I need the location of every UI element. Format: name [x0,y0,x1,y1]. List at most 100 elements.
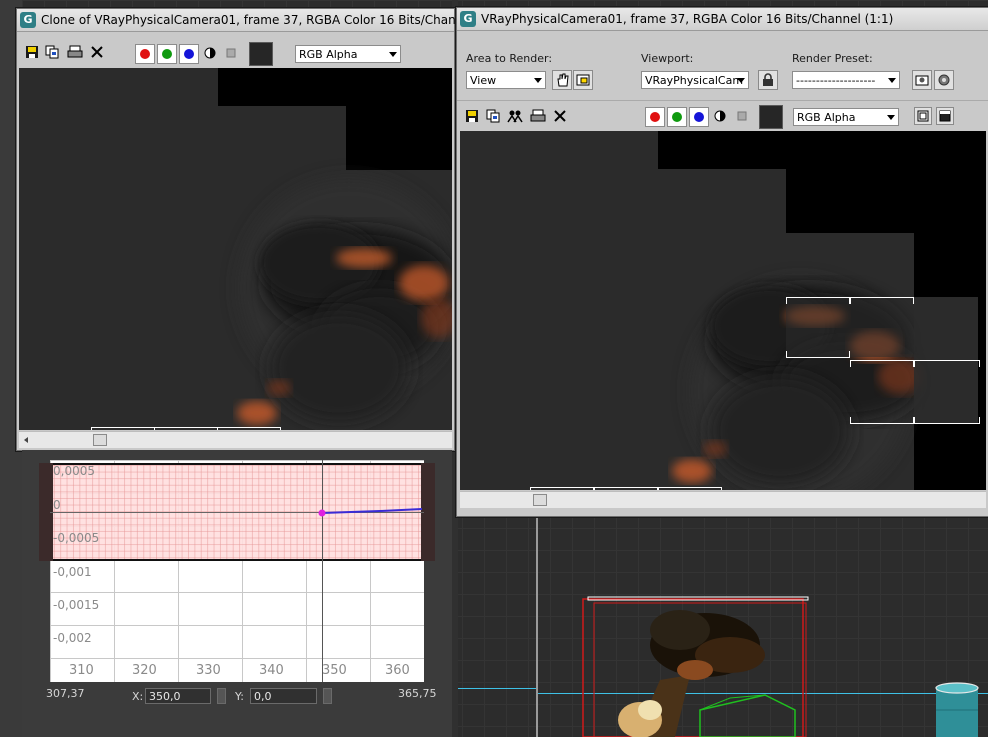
render-bucket [217,427,281,430]
blue-channel-toggle[interactable] [689,107,709,127]
print-icon[interactable] [530,108,546,124]
teapot-icon [938,74,950,86]
channel-select-value: RGB Alpha [797,111,856,124]
clone-render-image[interactable] [19,68,452,430]
app-icon: G [460,11,476,27]
smoke-render [672,281,978,490]
panel-icon [939,110,951,122]
render-setup-icon [915,75,929,86]
save-icon[interactable] [464,108,480,124]
clone-toolbar: RGB Alpha [17,32,454,68]
channel-select[interactable]: RGB Alpha [793,108,899,126]
copy-icon[interactable] [44,44,60,60]
x-tick-label: 350 [322,663,347,678]
render-image[interactable] [460,131,986,490]
area-to-render-select[interactable]: View [466,71,546,89]
render-bucket [530,487,594,490]
scroll-left-icon[interactable] [24,437,28,443]
clear-icon[interactable] [89,44,105,60]
render-controls: Area to Render: View Viewport: VRayPhysi… [457,31,988,99]
render-bucket [850,360,914,367]
alpha-icon[interactable] [734,108,750,124]
render-bucket [914,417,980,424]
print-icon[interactable] [67,44,83,60]
channel-select-value: RGB Alpha [299,48,358,61]
clear-icon[interactable] [552,108,568,124]
chevron-down-icon [737,78,745,83]
lock-viewport-button[interactable] [758,70,778,90]
y-value-field[interactable]: 0,0 [250,688,317,704]
region-icon [576,74,590,86]
clone-frame-window[interactable]: G Clone of VRayPhysicalCamera01, frame 3… [16,8,507,451]
clone-window-title: Clone of VRayPhysicalCamera01, frame 37,… [41,13,507,27]
display-toggle-button[interactable] [914,107,932,125]
auto-region-button[interactable] [573,70,593,90]
blue-channel-icon [694,112,704,122]
red-channel-icon [140,49,150,59]
save-icon[interactable] [24,44,40,60]
monochrome-icon[interactable] [202,45,218,61]
render-bucket [850,417,914,424]
scroll-thumb[interactable] [93,434,107,446]
render-button[interactable] [934,70,954,90]
pixel-color-swatch[interactable] [759,105,783,129]
viewport-select[interactable]: VRayPhysicalCam [641,71,749,89]
green-channel-icon [672,112,682,122]
pixel-color-swatch[interactable] [249,42,273,66]
clone-icon[interactable] [507,108,523,124]
render-toolbar: RGB Alpha [457,100,988,131]
render-bucket [914,360,980,367]
render-preset-select[interactable]: -------------------- [792,71,900,89]
blue-channel-toggle[interactable] [179,44,199,64]
x-spinner[interactable] [217,688,226,704]
y-tick-label: -0,0005 [53,531,100,545]
render-frame-window[interactable]: G VRayPhysicalCamera01, frame 37, RGBA C… [456,7,988,517]
render-bucket [850,297,914,304]
monochrome-icon[interactable] [712,108,728,124]
render-bucket [658,487,722,490]
render-bucket [91,427,155,430]
chevron-down-icon [887,115,895,120]
render-setup-button[interactable] [912,70,932,90]
channel-select[interactable]: RGB Alpha [295,45,401,63]
green-channel-toggle[interactable] [157,44,177,64]
alpha-icon[interactable] [223,45,239,61]
display-mode-button[interactable] [936,107,954,125]
y-tick-label: 0 [53,498,61,512]
green-channel-icon [162,49,172,59]
x-field-label: X: [132,690,144,703]
render-preset-value: -------------------- [796,74,876,87]
edit-region-button[interactable] [552,70,572,90]
render-horizontal-scrollbar[interactable] [460,491,986,508]
render-window-titlebar[interactable]: G VRayPhysicalCamera01, frame 37, RGBA C… [457,8,988,31]
green-channel-toggle[interactable] [667,107,687,127]
copy-icon[interactable] [485,108,501,124]
smoke-preview-viewport [582,596,809,737]
x-tick-label: 320 [132,663,157,678]
hand-icon [557,73,569,87]
range-start-readout: 307,37 [46,687,85,700]
clone-horizontal-scrollbar[interactable] [19,431,452,448]
viewport-border [536,515,538,737]
curve-editor-panel: 0,0005 0 -0,0005 -0,001 -0,0015 -0,002 3… [22,450,452,737]
area-to-render-value: View [470,74,497,87]
chevron-down-icon [888,78,896,83]
viewport-label: Viewport: [641,52,694,65]
y-tick-label: 0,0005 [53,464,95,478]
y-tick-label: -0,001 [53,565,92,579]
range-end-readout: 365,75 [398,687,437,700]
scroll-thumb[interactable] [533,494,547,506]
render-bucket [594,487,658,490]
x-value-field[interactable]: 350,0 [145,688,211,704]
clone-window-titlebar[interactable]: G Clone of VRayPhysicalCamera01, frame 3… [17,9,507,32]
x-tick-label: 330 [196,663,221,678]
y-spinner[interactable] [323,688,332,704]
function-curve[interactable] [50,460,424,682]
render-bucket [786,351,850,358]
red-channel-toggle[interactable] [645,107,665,127]
red-channel-toggle[interactable] [135,44,155,64]
cylinder-object [935,682,979,737]
x-tick-label: 360 [385,663,410,678]
window-icon [917,110,929,122]
red-channel-icon [650,112,660,122]
